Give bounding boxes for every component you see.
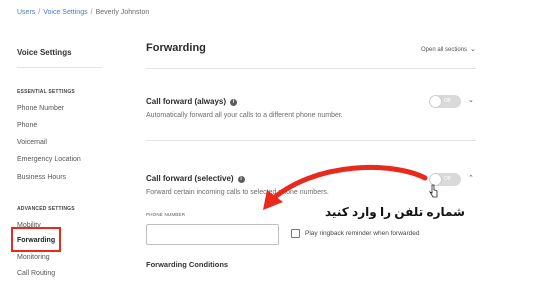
ringback-checkbox[interactable] [291, 229, 300, 238]
sidebar-title: Voice Settings [17, 48, 72, 57]
forwarding-conditions-title: Forwarding Conditions [146, 260, 229, 269]
open-all-sections-button[interactable]: Open all sections ⌄ [421, 45, 476, 53]
sidebar-divider [17, 67, 102, 68]
call-forward-always-label: Call forward (always) [146, 97, 227, 106]
chevron-up-icon[interactable]: ⌃ [468, 174, 474, 182]
call-forward-always-title: Call forward (always) i [146, 97, 238, 106]
call-forward-always-toggle[interactable]: Off [429, 95, 461, 108]
sidebar-item-call-routing[interactable]: Call Routing [17, 270, 55, 277]
call-forward-selective-label: Call forward (selective) [146, 174, 234, 183]
chevron-down-icon[interactable]: ⌄ [468, 96, 474, 104]
breadcrumb-separator: / [90, 9, 93, 16]
sidebar-item-phone[interactable]: Phone [17, 122, 37, 129]
breadcrumb-voice-settings-link[interactable]: Voice Settings [43, 9, 87, 16]
ringback-label: Play ringback reminder when forwarded [305, 230, 420, 237]
sidebar-item-voicemail[interactable]: Voicemail [17, 139, 47, 146]
essential-settings-header: ESSENTIAL SETTINGS [17, 89, 75, 95]
info-icon[interactable]: i [230, 99, 238, 106]
page-title: Forwarding [146, 42, 206, 54]
annotation-text: شماره تلفن را وارد کنید [325, 205, 465, 219]
breadcrumb-users-link[interactable]: Users [17, 9, 35, 16]
mouse-pointer-icon [429, 184, 438, 198]
forwarding-highlight-box [11, 227, 61, 252]
toggle-knob [430, 96, 441, 107]
toggle-off-label: Off [444, 98, 451, 104]
sidebar-item-monitoring[interactable]: Monitoring [17, 254, 50, 261]
breadcrumb: Users / Voice Settings / Beverly Johnston [17, 9, 149, 16]
sidebar-item-phone-number[interactable]: Phone Number [17, 105, 64, 112]
breadcrumb-current-user: Beverly Johnston [95, 9, 150, 16]
chevron-down-icon: ⌄ [470, 46, 476, 53]
open-all-sections-label: Open all sections [421, 47, 468, 53]
main-content: Forwarding Open all sections ⌄ Call forwa… [146, 0, 536, 290]
sidebar-item-emergency-location[interactable]: Emergency Location [17, 156, 81, 163]
call-forward-selective-title: Call forward (selective) i [146, 174, 245, 183]
phone-number-input[interactable] [146, 224, 279, 245]
info-icon[interactable]: i [237, 176, 245, 183]
breadcrumb-separator: / [38, 9, 41, 16]
call-forward-always-description: Automatically forward all your calls to … [146, 112, 343, 119]
phone-number-label: PHONE NUMBER [146, 212, 186, 217]
divider [146, 68, 476, 69]
divider [146, 140, 476, 141]
advanced-settings-header: ADVANCED SETTINGS [17, 206, 75, 212]
sidebar-item-business-hours[interactable]: Business Hours [17, 174, 66, 181]
